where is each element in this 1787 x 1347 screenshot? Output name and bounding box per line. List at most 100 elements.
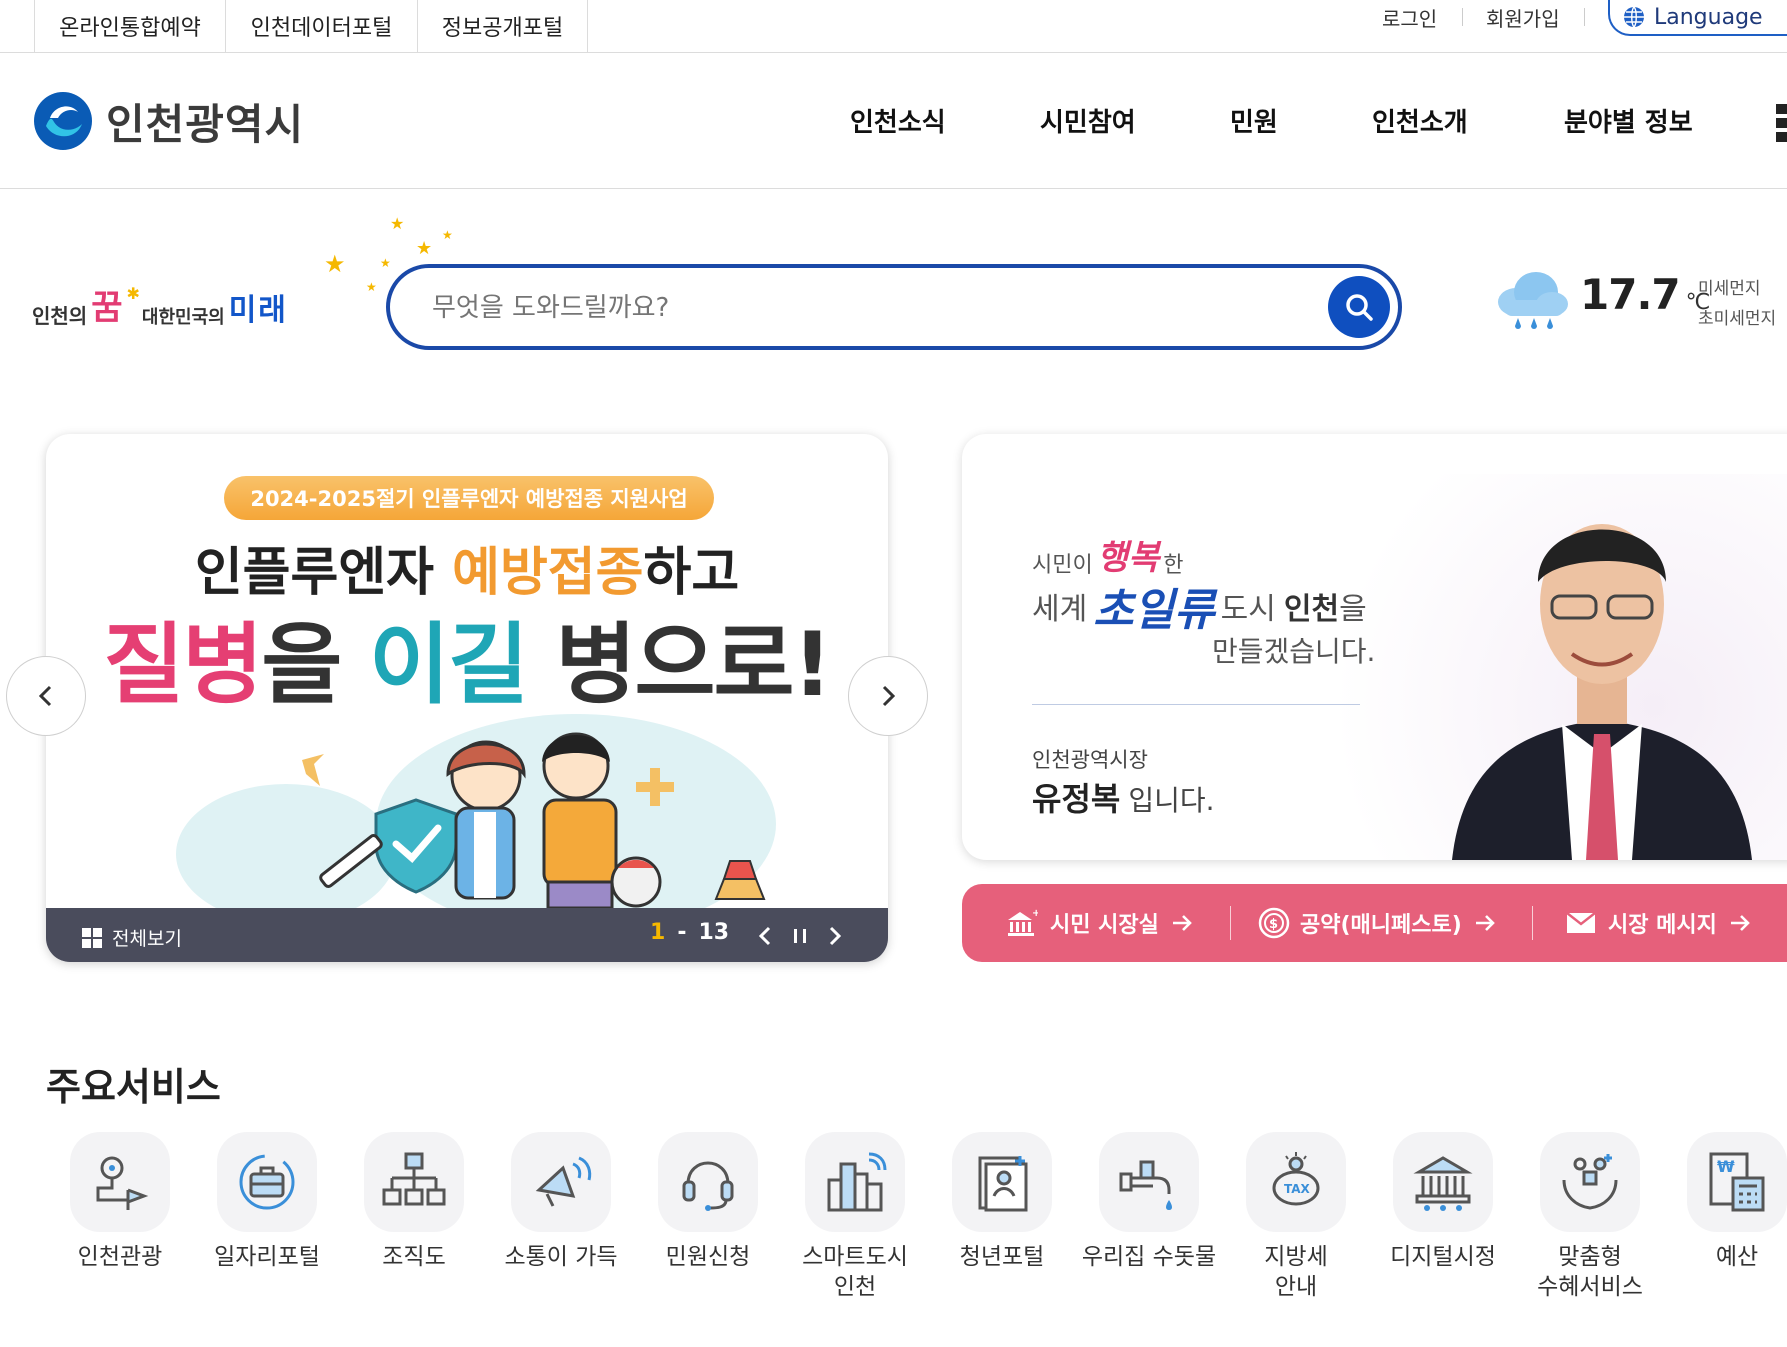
page-dash: - xyxy=(677,920,687,945)
slogan-future: 미래 xyxy=(228,293,288,328)
banner-pill: 2024-2025절기 인플루엔자 예방접종 지원사업 xyxy=(224,476,714,520)
search-input[interactable] xyxy=(430,282,1284,334)
all-menu-icon[interactable] xyxy=(1776,104,1787,142)
tax-piggy-icon: TAX xyxy=(1246,1132,1346,1232)
signup-link[interactable]: 회원가입 xyxy=(1486,0,1560,34)
arrow-right-icon xyxy=(1474,912,1496,934)
mayor-message-link[interactable]: 시장 메시지 xyxy=(1566,884,1751,962)
service-label: 우리집 수돗물 xyxy=(1081,1244,1217,1270)
divider xyxy=(1584,8,1585,26)
utility-link-data-portal[interactable]: 인천데이터포털 xyxy=(226,0,418,52)
login-link[interactable]: 로그인 xyxy=(1382,0,1437,34)
banner-pager: 1 - 13 xyxy=(650,920,729,945)
svg-text:₩: ₩ xyxy=(1717,1157,1735,1176)
carousel-next-button[interactable] xyxy=(848,656,928,736)
language-button[interactable]: Language xyxy=(1608,0,1787,36)
service-label: 지방세 안내 xyxy=(1264,1244,1328,1300)
banner-pause-icon[interactable] xyxy=(788,924,812,948)
mayor-slogan-line-2: 세계 초일류 도시 인천 을 xyxy=(1032,574,1367,638)
banner-text-pink: 질병 xyxy=(103,613,263,716)
slogan-text-2: 대한민국의 xyxy=(141,307,225,328)
nav-field-info[interactable]: 분야별 정보 xyxy=(1564,53,1693,188)
mayor-card[interactable]: 시민이 행복 한 세계 초일류 도시 인천 을 만들겠습니다. 인천광역시장 유… xyxy=(962,434,1787,860)
link-label: 시민 시장실 xyxy=(1050,913,1159,938)
arrow-right-icon xyxy=(1171,912,1193,934)
nav-about-incheon[interactable]: 인천소개 xyxy=(1372,53,1468,188)
service-label: 소통이 가득 xyxy=(504,1244,618,1270)
nav-citizen-participation[interactable]: 시민참여 xyxy=(1040,53,1136,188)
banner-next-icon[interactable] xyxy=(822,924,846,948)
service-label: 스마트도시 인천 xyxy=(802,1244,908,1300)
carousel-prev-button[interactable] xyxy=(6,656,86,736)
faucet-icon xyxy=(1099,1132,1199,1232)
mayor-name-suffix: 입니다. xyxy=(1128,784,1215,817)
site-name: 인천광역시 xyxy=(106,99,305,149)
service-label: 민원신청 xyxy=(665,1244,751,1270)
banner-text-teal: 이길 xyxy=(368,613,529,716)
slogan-word: 세계 xyxy=(1032,592,1088,627)
services-title: 주요서비스 xyxy=(46,1065,221,1109)
divider xyxy=(1032,704,1360,705)
care-hands-icon xyxy=(1540,1132,1640,1232)
mayor-slogan-line-3: 만들겠습니다. xyxy=(1212,635,1376,668)
slogan-city: 인천 xyxy=(1283,592,1340,627)
nav-civil-service[interactable]: 민원 xyxy=(1230,53,1278,188)
citizen-mayor-office-link[interactable]: + 시민 시장실 xyxy=(1006,884,1193,962)
service-label: 디지털시정 xyxy=(1390,1244,1496,1270)
briefcase-icon xyxy=(217,1132,317,1232)
slogan-dream: 꿈 xyxy=(91,288,123,328)
city-slogan: 인천의 꿈 ✱ 대한민국의 미래 xyxy=(32,280,288,329)
weather-temperature: 17.7 ℃ xyxy=(1580,270,1710,319)
slogan-text: 인천의 xyxy=(32,304,88,328)
service-label: 조직도 xyxy=(382,1244,446,1270)
incheon-logo-icon xyxy=(32,90,94,152)
envelope-icon xyxy=(1566,912,1596,934)
service-label: 맞춤형 수혜서비스 xyxy=(1537,1244,1643,1300)
banner-illustration xyxy=(156,704,806,934)
view-all-button[interactable]: 전체보기 xyxy=(82,924,182,951)
fine-dust-label: 미세먼지 xyxy=(1698,279,1761,299)
globe-icon xyxy=(1622,5,1646,29)
search-box xyxy=(386,264,1402,350)
mayor-portrait xyxy=(1432,474,1782,860)
site-logo[interactable]: 인천광역시 xyxy=(32,86,304,156)
grid-icon xyxy=(82,927,102,948)
svg-text:$: $ xyxy=(1269,917,1278,932)
main-banner[interactable]: 2024-2025절기 인플루엔자 예방접종 지원사업 인플루엔자 예방접종하고… xyxy=(46,434,888,962)
divider xyxy=(1230,906,1231,940)
chevron-left-icon xyxy=(32,682,60,710)
banner-headline-2: 질병을 이길 병으로! xyxy=(46,594,888,721)
headset-icon xyxy=(658,1132,758,1232)
service-label: 일자리포털 xyxy=(214,1244,320,1270)
slogan-word: 도시 xyxy=(1220,592,1276,627)
manifesto-link[interactable]: $ 공약(매니페스토) xyxy=(1258,884,1496,962)
divider xyxy=(1532,906,1533,940)
utility-bar: 온라인통합예약 인천데이터포털 정보공개포털 로그인 회원가입 Language xyxy=(0,0,1787,53)
ultrafine-dust-label: 초미세먼지 xyxy=(1698,309,1777,329)
chevron-right-icon xyxy=(874,682,902,710)
utility-link-info-disclosure[interactable]: 정보공개포털 xyxy=(418,0,588,52)
svg-text:TAX: TAX xyxy=(1284,1182,1311,1196)
banner-prev-icon[interactable] xyxy=(754,924,778,948)
link-label: 시장 메시지 xyxy=(1608,913,1717,938)
banner-control-bar: 전체보기 1 - 13 xyxy=(46,908,888,962)
banner-text: 병으로! xyxy=(526,613,833,716)
search-icon xyxy=(1344,292,1374,322)
service-label: 청년포털 xyxy=(959,1244,1045,1270)
nav-incheon-news[interactable]: 인천소식 xyxy=(850,53,946,188)
search-button[interactable] xyxy=(1328,276,1390,338)
mayor-slogan-line-1: 시민이 행복 한 xyxy=(1032,530,1184,579)
service-label: 예산 xyxy=(1715,1244,1759,1270)
budget-calculator-icon: ₩ xyxy=(1687,1132,1787,1232)
utility-link-reservation[interactable]: 온라인통합예약 xyxy=(34,0,226,52)
page-total: 13 xyxy=(698,920,730,945)
service-label: 인천관광 xyxy=(77,1244,163,1270)
mayor-name: 유정복 xyxy=(1032,780,1121,818)
smart-city-icon xyxy=(805,1132,905,1232)
banner-text: 을 xyxy=(261,613,369,716)
slogan-word: 을 xyxy=(1339,592,1367,627)
mayor-title: 인천광역시장 xyxy=(1032,748,1148,772)
page-current: 1 xyxy=(650,920,666,945)
mayor-name-line: 유정복 입니다. xyxy=(1032,774,1215,820)
temperature-value: 17.7 xyxy=(1580,270,1681,319)
